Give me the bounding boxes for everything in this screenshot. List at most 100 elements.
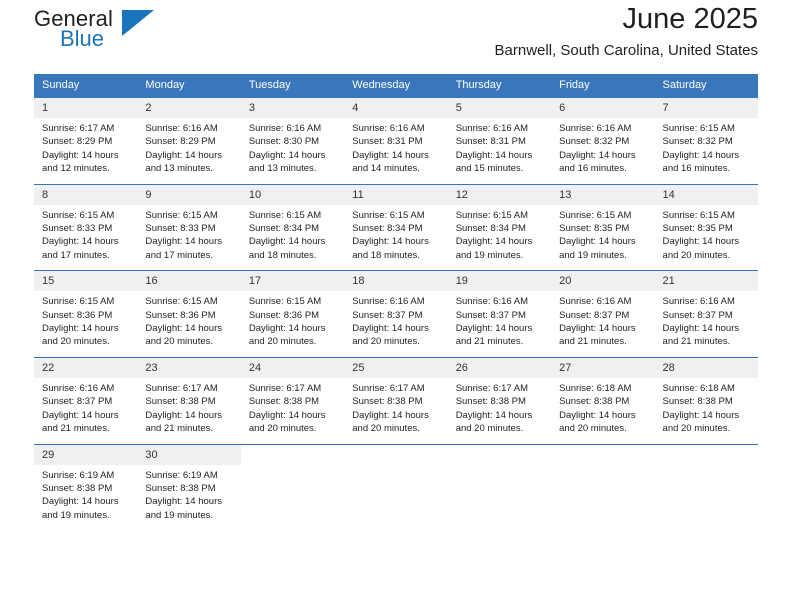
day-details: Sunrise: 6:18 AM Sunset: 8:38 PM Dayligh… <box>551 378 654 444</box>
page-title: June 2025 <box>622 3 758 35</box>
day-cell[interactable]: 7 Sunrise: 6:15 AM Sunset: 8:32 PM Dayli… <box>654 97 758 185</box>
daylight-text-line1: Daylight: 14 hours <box>248 149 326 161</box>
day-number: 16 <box>137 271 241 292</box>
day-cell[interactable]: 9 Sunrise: 6:15 AM Sunset: 8:33 PM Dayli… <box>137 183 241 271</box>
day-number <box>551 444 655 465</box>
day-details: Sunrise: 6:16 AM Sunset: 8:37 PM Dayligh… <box>551 291 654 357</box>
day-cell[interactable]: 29 Sunrise: 6:19 AM Sunset: 8:38 PM Dayl… <box>34 443 138 531</box>
day-details: Sunrise: 6:19 AM Sunset: 8:38 PM Dayligh… <box>34 465 137 531</box>
daylight-text-line1: Daylight: 14 hours <box>352 236 429 248</box>
calendar-body: 1 Sunrise: 6:17 AM Sunset: 8:29 PM Dayli… <box>34 97 758 531</box>
day-cell[interactable]: 2 Sunrise: 6:16 AM Sunset: 8:29 PM Dayli… <box>137 97 241 185</box>
day-cell[interactable]: 1 Sunrise: 6:17 AM Sunset: 8:29 PM Dayli… <box>34 97 138 185</box>
day-cell[interactable]: 14 Sunrise: 6:15 AM Sunset: 8:35 PM Dayl… <box>654 183 758 271</box>
daylight-text-line2: and 12 minutes. <box>42 163 110 175</box>
sunset-text: Sunset: 8:38 PM <box>455 396 526 408</box>
day-cell[interactable]: 4 Sunrise: 6:16 AM Sunset: 8:31 PM Dayli… <box>344 97 448 185</box>
day-cell[interactable]: 6 Sunrise: 6:16 AM Sunset: 8:32 PM Dayli… <box>551 97 655 185</box>
sunset-text: Sunset: 8:37 PM <box>42 396 113 408</box>
daylight-text-line1: Daylight: 14 hours <box>559 236 636 248</box>
day-number <box>447 444 552 465</box>
sunset-text: Sunset: 8:38 PM <box>559 396 630 408</box>
day-number: 29 <box>34 444 138 465</box>
day-cell[interactable]: 16 Sunrise: 6:15 AM Sunset: 8:36 PM Dayl… <box>137 270 241 358</box>
sunrise-text: Sunrise: 6:17 AM <box>145 382 218 394</box>
day-cell[interactable]: 22 Sunrise: 6:16 AM Sunset: 8:37 PM Dayl… <box>34 356 138 444</box>
day-cell[interactable]: 8 Sunrise: 6:15 AM Sunset: 8:33 PM Dayli… <box>34 183 138 271</box>
daylight-text-line2: and 19 minutes. <box>559 249 627 261</box>
day-cell[interactable]: 15 Sunrise: 6:15 AM Sunset: 8:36 PM Dayl… <box>34 270 138 358</box>
sunrise-text: Sunrise: 6:15 AM <box>662 123 735 134</box>
day-details: Sunrise: 6:16 AM Sunset: 8:31 PM Dayligh… <box>344 118 447 184</box>
day-cell[interactable]: 30 Sunrise: 6:19 AM Sunset: 8:38 PM Dayl… <box>137 443 241 531</box>
daylight-text-line2: and 21 minutes. <box>145 423 214 435</box>
sunset-text: Sunset: 8:32 PM <box>559 136 630 148</box>
day-details: Sunrise: 6:16 AM Sunset: 8:31 PM Dayligh… <box>448 118 551 184</box>
general-blue-logo[interactable]: General Blue <box>34 6 154 60</box>
daylight-text-line2: and 19 minutes. <box>145 509 214 521</box>
sunset-text: Sunset: 8:32 PM <box>662 136 733 148</box>
sunset-text: Sunset: 8:36 PM <box>145 309 216 321</box>
day-cell[interactable]: 26 Sunrise: 6:17 AM Sunset: 8:38 PM Dayl… <box>447 356 552 444</box>
sunset-text: Sunset: 8:35 PM <box>662 223 733 235</box>
day-cell-empty <box>551 443 655 531</box>
daylight-text-line1: Daylight: 14 hours <box>455 236 533 248</box>
day-cell[interactable]: 19 Sunrise: 6:16 AM Sunset: 8:37 PM Dayl… <box>447 270 552 358</box>
day-cell[interactable]: 17 Sunrise: 6:15 AM Sunset: 8:36 PM Dayl… <box>240 270 345 358</box>
day-details: Sunrise: 6:15 AM Sunset: 8:33 PM Dayligh… <box>137 205 240 271</box>
daylight-text-line2: and 20 minutes. <box>455 423 524 435</box>
logo-text-blue: Blue <box>60 26 105 51</box>
page-header: General Blue June 2025 Barnwell, South C… <box>34 0 758 74</box>
day-cell[interactable]: 12 Sunrise: 6:15 AM Sunset: 8:34 PM Dayl… <box>447 183 552 271</box>
daylight-text-line1: Daylight: 14 hours <box>455 409 533 421</box>
sunrise-text: Sunrise: 6:17 AM <box>455 382 529 394</box>
day-cell[interactable]: 18 Sunrise: 6:16 AM Sunset: 8:37 PM Dayl… <box>344 270 448 358</box>
day-cell[interactable]: 13 Sunrise: 6:15 AM Sunset: 8:35 PM Dayl… <box>551 183 655 271</box>
day-cell[interactable]: 25 Sunrise: 6:17 AM Sunset: 8:38 PM Dayl… <box>344 356 448 444</box>
sunset-text: Sunset: 8:29 PM <box>42 136 113 148</box>
calendar-week-row: 15 Sunrise: 6:15 AM Sunset: 8:36 PM Dayl… <box>34 270 758 358</box>
sunrise-text: Sunrise: 6:16 AM <box>455 123 529 134</box>
day-number: 5 <box>447 98 552 118</box>
day-cell[interactable]: 21 Sunrise: 6:16 AM Sunset: 8:37 PM Dayl… <box>654 270 758 358</box>
sunrise-text: Sunrise: 6:19 AM <box>145 469 218 481</box>
daylight-text-line1: Daylight: 14 hours <box>662 409 740 421</box>
day-cell[interactable]: 5 Sunrise: 6:16 AM Sunset: 8:31 PM Dayli… <box>447 97 552 185</box>
day-details: Sunrise: 6:15 AM Sunset: 8:33 PM Dayligh… <box>34 205 137 271</box>
daylight-text-line1: Daylight: 14 hours <box>42 323 119 335</box>
sunset-text: Sunset: 8:34 PM <box>352 223 423 235</box>
sunrise-text: Sunrise: 6:15 AM <box>145 296 218 308</box>
sunset-text: Sunset: 8:33 PM <box>42 223 113 235</box>
sunrise-text: Sunrise: 6:15 AM <box>248 209 322 221</box>
day-details: Sunrise: 6:16 AM Sunset: 8:37 PM Dayligh… <box>34 378 137 444</box>
sunrise-text: Sunrise: 6:19 AM <box>42 469 115 481</box>
daylight-text-line1: Daylight: 14 hours <box>248 323 326 335</box>
day-cell[interactable]: 24 Sunrise: 6:17 AM Sunset: 8:38 PM Dayl… <box>240 356 345 444</box>
day-cell[interactable]: 11 Sunrise: 6:15 AM Sunset: 8:34 PM Dayl… <box>344 183 448 271</box>
daylight-text-line1: Daylight: 14 hours <box>145 496 222 508</box>
day-number: 18 <box>344 271 448 292</box>
sunrise-text: Sunrise: 6:16 AM <box>455 296 529 308</box>
day-cell[interactable]: 23 Sunrise: 6:17 AM Sunset: 8:38 PM Dayl… <box>137 356 241 444</box>
day-number: 13 <box>551 184 655 205</box>
day-details: Sunrise: 6:17 AM Sunset: 8:29 PM Dayligh… <box>34 118 137 184</box>
sunset-text: Sunset: 8:30 PM <box>248 136 320 148</box>
day-details: Sunrise: 6:15 AM Sunset: 8:32 PM Dayligh… <box>655 118 758 184</box>
day-number: 4 <box>344 98 448 118</box>
sunrise-text: Sunrise: 6:16 AM <box>248 123 322 134</box>
day-details: Sunrise: 6:17 AM Sunset: 8:38 PM Dayligh… <box>344 378 447 444</box>
day-cell-empty <box>240 443 345 531</box>
day-number: 17 <box>240 271 345 292</box>
sunrise-text: Sunrise: 6:17 AM <box>248 382 322 394</box>
day-number: 25 <box>344 357 448 378</box>
day-cell-empty <box>344 443 448 531</box>
day-cell[interactable]: 20 Sunrise: 6:16 AM Sunset: 8:37 PM Dayl… <box>551 270 655 358</box>
day-cell[interactable]: 10 Sunrise: 6:15 AM Sunset: 8:34 PM Dayl… <box>240 183 345 271</box>
sunrise-text: Sunrise: 6:15 AM <box>455 209 529 221</box>
day-cell[interactable]: 27 Sunrise: 6:18 AM Sunset: 8:38 PM Dayl… <box>551 356 655 444</box>
day-cell[interactable]: 3 Sunrise: 6:16 AM Sunset: 8:30 PM Dayli… <box>240 97 345 185</box>
sunset-text: Sunset: 8:37 PM <box>352 309 423 321</box>
day-cell[interactable]: 28 Sunrise: 6:18 AM Sunset: 8:38 PM Dayl… <box>654 356 758 444</box>
title-block: June 2025 Barnwell, South Carolina, Unit… <box>495 0 758 61</box>
day-number: 20 <box>551 271 655 292</box>
